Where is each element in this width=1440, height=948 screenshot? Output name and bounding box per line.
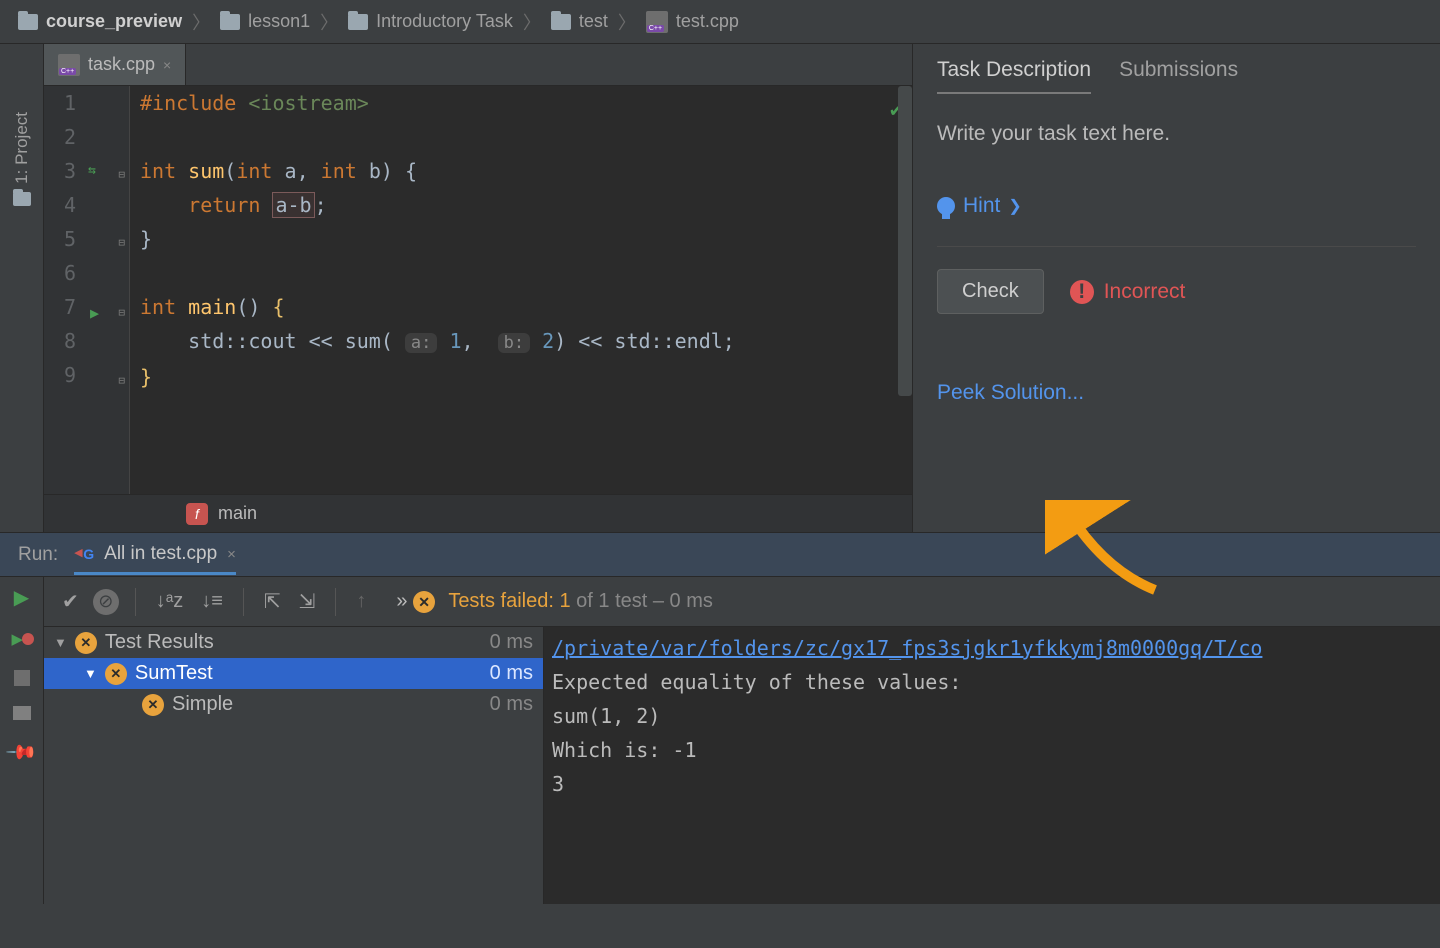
rerun-icon[interactable]: ▶ — [14, 585, 29, 610]
console-link[interactable]: /private/var/folders/zc/gx17_fps3sjgkr1y… — [552, 636, 1262, 660]
test-tree[interactable]: ▼ ✕ Test Results 0 ms ▼ ✕ SumTest 0 ms ✕… — [44, 627, 544, 904]
breadcrumb-sep: 〉 — [188, 9, 214, 35]
failed-badge-icon: ✕ — [413, 591, 435, 613]
scrollbar[interactable] — [898, 86, 912, 396]
gutter: ⇆ ⊟ ⊟ ▶ ⊟ ⊟ — [82, 86, 130, 494]
folder-icon — [551, 14, 571, 30]
cpp-file-icon — [58, 54, 80, 76]
breadcrumb-item-0[interactable]: course_preview — [18, 11, 182, 32]
check-button[interactable]: Check — [937, 269, 1044, 314]
pin-icon[interactable]: 📌 — [4, 735, 39, 770]
bulb-icon — [937, 197, 955, 215]
console-output[interactable]: /private/var/folders/zc/gx17_fps3sjgkr1y… — [544, 627, 1440, 904]
run-configuration-tab[interactable]: All in test.cpp × — [74, 543, 236, 575]
run-gutter: ▶ 📌 — [0, 577, 44, 904]
close-icon[interactable]: × — [227, 546, 236, 563]
chevron-down-icon[interactable]: ▼ — [84, 666, 97, 681]
run-header: Run: All in test.cpp × — [0, 532, 1440, 576]
show-ignored-icon[interactable]: ⊘ — [93, 589, 119, 615]
chevron-down-icon[interactable]: ▼ — [54, 635, 67, 650]
breadcrumb-item-3[interactable]: test — [551, 11, 608, 32]
tab-task-description[interactable]: Task Description — [937, 58, 1091, 94]
run-gutter-icon[interactable]: ▶ — [90, 296, 99, 330]
status-incorrect: ! Incorrect — [1070, 280, 1186, 304]
breadcrumb-item-2[interactable]: Introductory Task — [348, 11, 513, 32]
sort-icon[interactable]: ↓ᵃz — [152, 586, 187, 617]
test-tree-suite[interactable]: ▼ ✕ SumTest 0 ms — [44, 658, 543, 689]
fold-icon[interactable]: ⊟ — [118, 296, 125, 330]
fold-icon[interactable]: ⊟ — [118, 226, 125, 260]
code-area[interactable]: ✔ #include <iostream> int sum(int a, int… — [130, 86, 912, 494]
peek-solution-link[interactable]: Peek Solution... — [913, 336, 1440, 450]
failed-badge-icon: ✕ — [105, 663, 127, 685]
folder-icon — [18, 14, 38, 30]
tab-submissions[interactable]: Submissions — [1119, 58, 1238, 94]
run-toolbar: ✔ ⊘ ↓ᵃz ↓≡ ⇱ ⇲ ↑ » ✕ Tests failed: 1 of … — [44, 577, 1440, 627]
rerun-failed-icon[interactable] — [12, 630, 32, 650]
editor-tab-task-cpp[interactable]: task.cpp × — [44, 44, 186, 85]
breadcrumb-item-1[interactable]: lesson1 — [220, 11, 310, 32]
check-row: Check ! Incorrect — [913, 247, 1440, 336]
editor: task.cpp × 1 2 3 4 5 6 7 8 9 ⇆ ⊟ ⊟ ▶ ⊟ — [44, 44, 912, 532]
editor-tabs: task.cpp × — [44, 44, 912, 86]
arrows: » — [396, 590, 407, 612]
run-panel: ▶ 📌 ✔ ⊘ ↓ᵃz ↓≡ ⇱ ⇲ ↑ » ✕ Tests failed: 1… — [0, 576, 1440, 904]
gtest-icon — [74, 544, 94, 564]
fold-icon[interactable]: ⊟ — [118, 158, 125, 192]
stop-icon[interactable] — [14, 670, 30, 686]
editor-tab-label: task.cpp — [88, 54, 155, 75]
layout-icon[interactable] — [13, 706, 31, 720]
failed-badge-icon: ✕ — [75, 632, 97, 654]
tool-window-bar-left: 1: Project — [0, 44, 44, 532]
editor-body[interactable]: 1 2 3 4 5 6 7 8 9 ⇆ ⊟ ⊟ ▶ ⊟ ⊟ ✔ #in — [44, 86, 912, 494]
project-tool-button[interactable]: 1: Project — [12, 104, 32, 192]
run-label: Run: — [18, 544, 58, 566]
collapse-all-icon[interactable]: ⇲ — [295, 585, 320, 618]
error-icon: ! — [1070, 280, 1094, 304]
breadcrumb: course_preview 〉 lesson1 〉 Introductory … — [0, 0, 1440, 44]
task-text: Write your task text here. — [937, 122, 1416, 146]
breadcrumb-item-4[interactable]: test.cpp — [646, 11, 739, 33]
task-panel: Task Description Submissions Write your … — [912, 44, 1440, 532]
editor-structure-breadcrumb: f main — [44, 494, 912, 532]
folder-icon — [13, 192, 31, 206]
sort-duration-icon[interactable]: ↓≡ — [197, 586, 227, 617]
vcs-arrow-icon: ⇆ — [88, 154, 96, 188]
folder-icon — [220, 14, 240, 30]
close-icon[interactable]: × — [163, 57, 171, 73]
failed-badge-icon: ✕ — [142, 694, 164, 716]
structure-label[interactable]: main — [218, 503, 257, 524]
function-icon: f — [186, 503, 208, 525]
test-summary: » ✕ Tests failed: 1 of 1 test – 0 ms — [396, 590, 712, 614]
fold-icon[interactable]: ⊟ — [118, 364, 125, 398]
task-body: Write your task text here. Hint ❯ — [913, 94, 1440, 246]
task-tabs: Task Description Submissions — [913, 44, 1440, 94]
cpp-file-icon — [646, 11, 668, 33]
line-numbers: 1 2 3 4 5 6 7 8 9 — [44, 86, 82, 494]
test-tree-case[interactable]: ✕ Simple 0 ms — [44, 689, 543, 720]
hint-link[interactable]: Hint ❯ — [937, 194, 1416, 218]
prev-test-icon[interactable]: ↑ — [352, 586, 370, 617]
folder-icon — [348, 14, 368, 30]
chevron-right-icon: ❯ — [1008, 196, 1021, 216]
expand-all-icon[interactable]: ⇱ — [260, 585, 285, 618]
test-tree-root[interactable]: ▼ ✕ Test Results 0 ms — [44, 627, 543, 658]
show-passed-icon[interactable]: ✔ — [58, 585, 83, 618]
